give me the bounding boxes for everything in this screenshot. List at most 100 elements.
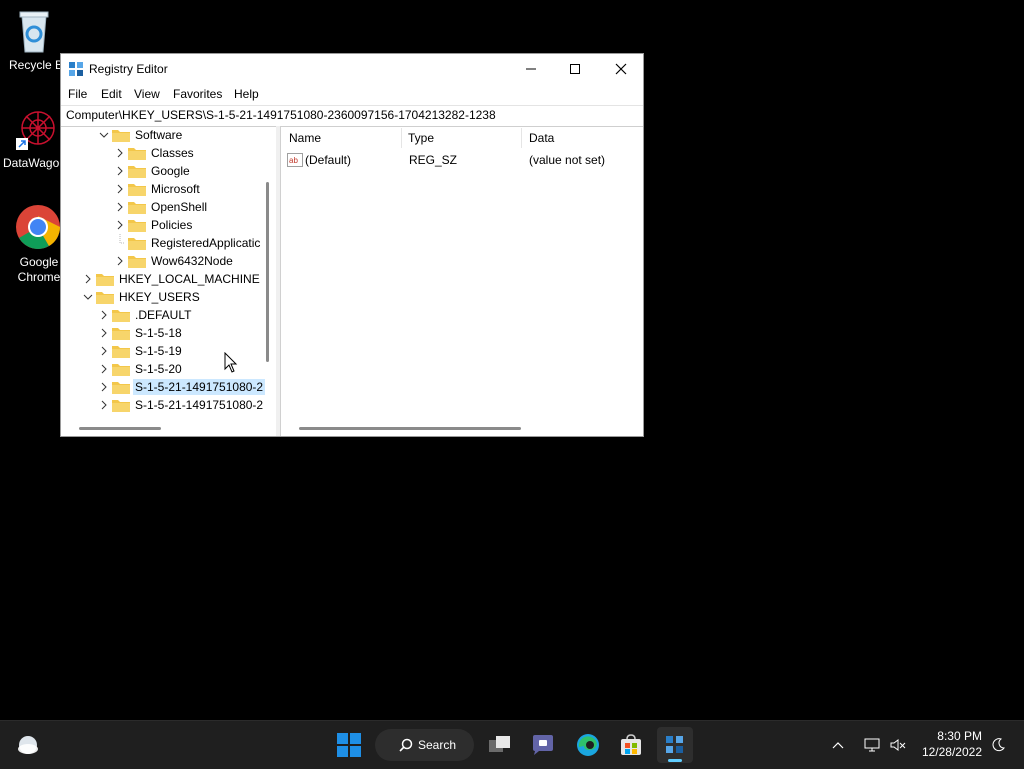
tree-item-label: .DEFAULT <box>135 308 192 322</box>
tree-item-label: Software <box>135 128 183 142</box>
folder-icon <box>128 202 146 214</box>
tree-item-microsoft[interactable]: Microsoft <box>114 180 202 198</box>
chevron-right-icon[interactable] <box>98 342 110 360</box>
tree-item-policies[interactable]: Policies <box>114 216 194 234</box>
folder-icon <box>112 328 130 340</box>
column-header-name[interactable]: Name <box>289 126 321 150</box>
teams-chat-button[interactable] <box>525 727 561 763</box>
folder-icon <box>128 184 146 196</box>
tree-horizontal-scrollbar[interactable] <box>61 421 276 435</box>
minimize-icon <box>526 68 536 70</box>
focus-assist-button[interactable] <box>986 727 1010 763</box>
chevron-right-icon[interactable] <box>98 396 110 414</box>
chevron-right-icon[interactable] <box>114 252 126 270</box>
tree-vertical-scrollbar[interactable] <box>264 126 272 416</box>
list-item[interactable]: ab (Default) REG_SZ (value not set) <box>281 150 644 170</box>
chevron-right-icon[interactable] <box>98 306 110 324</box>
registry-editor-taskbar-button[interactable] <box>657 727 693 763</box>
folder-icon <box>112 346 130 358</box>
chat-icon <box>533 735 553 755</box>
tree-item-classes[interactable]: Classes <box>114 144 196 162</box>
column-divider[interactable] <box>401 128 402 148</box>
tree-item-label: Microsoft <box>151 182 200 196</box>
menu-edit[interactable]: Edit <box>101 87 122 101</box>
microsoft-store-button[interactable] <box>613 727 649 763</box>
menu-favorites[interactable]: Favorites <box>173 87 222 101</box>
menu-view[interactable]: View <box>134 87 160 101</box>
widgets-button[interactable] <box>10 727 46 763</box>
tree-item-hkey-local-machine[interactable]: HKEY_LOCAL_MACHINE <box>82 270 262 288</box>
menu-file[interactable]: File <box>68 87 87 101</box>
value-name: (Default) <box>305 153 352 167</box>
chevron-down-icon[interactable] <box>98 126 110 144</box>
scrollbar-thumb[interactable] <box>79 427 161 430</box>
chevron-down-icon[interactable] <box>82 288 94 306</box>
scrollbar-thumb[interactable] <box>299 427 521 430</box>
tree-item-label: HKEY_USERS <box>119 290 200 304</box>
svg-text:ab: ab <box>289 156 298 165</box>
tree-item-registeredapplications[interactable]: RegisteredApplicatic <box>114 234 262 252</box>
tree-item-software[interactable]: Software <box>98 126 184 144</box>
chevron-right-icon[interactable] <box>114 198 126 216</box>
network-button[interactable] <box>860 727 884 763</box>
folder-icon <box>96 292 114 304</box>
tree-item-hkey-users[interactable]: HKEY_USERS <box>82 288 202 306</box>
chevron-right-icon[interactable] <box>98 360 110 378</box>
maximize-button[interactable] <box>552 54 598 84</box>
clock-time: 8:30 PM <box>937 729 982 743</box>
column-header-type[interactable]: Type <box>408 126 434 150</box>
weather-cloud-icon <box>18 736 38 754</box>
volume-button[interactable] <box>886 727 910 763</box>
chevron-right-icon[interactable] <box>114 216 126 234</box>
registry-tree[interactable]: Software Classes Google Microsoft OpenSh… <box>61 126 277 436</box>
mouse-cursor-icon <box>224 352 238 373</box>
chevron-right-icon[interactable] <box>82 270 94 288</box>
taskbar-search-button[interactable]: Search <box>375 729 474 761</box>
chevron-up-icon <box>832 742 844 749</box>
start-button[interactable] <box>331 727 367 763</box>
tree-item-wow6432node[interactable]: Wow6432Node <box>114 252 235 270</box>
registry-editor-window: Registry Editor File Edit View Favorites… <box>60 53 644 437</box>
chevron-right-icon[interactable] <box>98 378 110 396</box>
task-view-button[interactable] <box>482 727 518 763</box>
tree-item-s-1-5-19[interactable]: S-1-5-19 <box>98 342 184 360</box>
active-indicator <box>668 759 682 762</box>
close-icon <box>615 63 627 75</box>
tree-item-s-1-5-20[interactable]: S-1-5-20 <box>98 360 184 378</box>
tree-item-label: OpenShell <box>151 200 208 214</box>
chevron-right-icon[interactable] <box>114 144 126 162</box>
maximize-icon <box>570 64 580 74</box>
tree-item-openshell[interactable]: OpenShell <box>114 198 209 216</box>
chevron-right-icon[interactable] <box>114 180 126 198</box>
datawagon-icon <box>16 111 55 150</box>
folder-icon <box>128 166 146 178</box>
list-horizontal-scrollbar[interactable] <box>281 421 643 435</box>
desktop-icon-recycle-bin[interactable]: Recycle Bi <box>0 8 76 72</box>
edge-button[interactable] <box>570 727 606 763</box>
tree-item-s-1-5-21-selected[interactable]: S-1-5-21-1491751080-2 <box>98 378 266 396</box>
chrome-icon <box>16 205 60 249</box>
address-bar[interactable]: Computer\HKEY_USERS\S-1-5-21-1491751080-… <box>61 105 643 127</box>
tree-item-label: S-1-5-21-1491751080-2 <box>133 379 266 395</box>
chevron-right-icon[interactable] <box>98 324 110 342</box>
folder-icon <box>128 238 146 250</box>
tree-item-label: S-1-5-21-1491751080-2 <box>135 398 264 412</box>
values-list[interactable]: Name Type Data ab (Default) REG_SZ (valu… <box>280 126 644 436</box>
chevron-right-icon[interactable] <box>114 162 126 180</box>
scrollbar-thumb[interactable] <box>266 182 269 362</box>
tree-item-label: S-1-5-20 <box>135 362 182 376</box>
tree-item-s-1-5-21[interactable]: S-1-5-21-1491751080-2 <box>98 396 265 414</box>
title-bar[interactable]: Registry Editor <box>61 54 643 84</box>
close-button[interactable] <box>598 54 644 84</box>
show-hidden-icons-button[interactable] <box>826 727 850 763</box>
system-clock[interactable]: 8:30 PM 12/28/2022 <box>922 728 982 760</box>
menu-help[interactable]: Help <box>234 87 259 101</box>
tree-item-default[interactable]: .DEFAULT <box>98 306 193 324</box>
tree-item-s-1-5-18[interactable]: S-1-5-18 <box>98 324 184 342</box>
column-divider[interactable] <box>521 128 522 148</box>
tree-item-google[interactable]: Google <box>114 162 192 180</box>
tree-connector <box>114 234 126 252</box>
minimize-button[interactable] <box>508 54 554 84</box>
address-path: Computer\HKEY_USERS\S-1-5-21-1491751080-… <box>66 108 496 122</box>
column-header-data[interactable]: Data <box>529 126 554 150</box>
